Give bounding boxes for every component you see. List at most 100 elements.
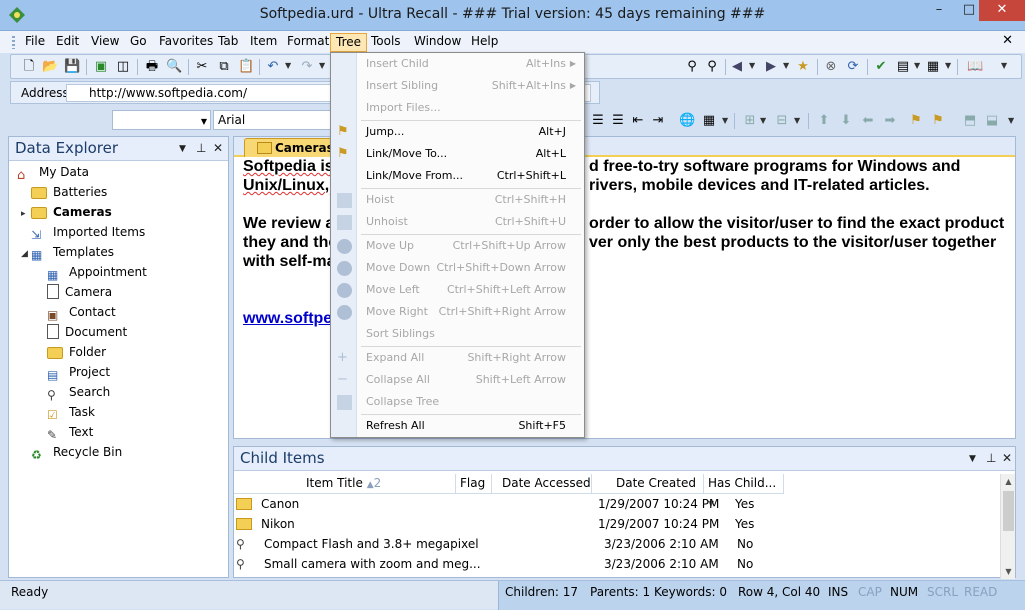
menu-move-up[interactable]: Move Up Ctrl+Shift+Up Arrow bbox=[331, 235, 584, 257]
panel-close-icon[interactable]: ✕ bbox=[213, 141, 223, 155]
menu-tools[interactable]: Tools bbox=[366, 33, 406, 52]
menu-tree[interactable]: Tree bbox=[330, 33, 368, 52]
menu-insert-sibling[interactable]: Insert Sibling Shift+Alt+Ins ▶ bbox=[331, 75, 584, 97]
back-dropdown-icon[interactable]: ▼ bbox=[749, 61, 755, 70]
menu-move-right[interactable]: Move Right Ctrl+Shift+Right Arrow bbox=[331, 301, 584, 323]
jump-icon[interactable]: ⚑ bbox=[908, 113, 924, 129]
panel-menu-icon[interactable]: ▼ bbox=[969, 454, 976, 464]
open-icon[interactable]: 📂 bbox=[42, 59, 58, 75]
style-combo[interactable]: ▼ bbox=[112, 110, 211, 130]
move-left-icon[interactable]: ⬅ bbox=[860, 113, 876, 129]
undo-icon[interactable]: ↶ bbox=[265, 59, 281, 75]
insert-sibling-icon[interactable]: ⊟ bbox=[774, 113, 790, 129]
menu-unhoist[interactable]: Unhoist Ctrl+Shift+U bbox=[331, 211, 584, 233]
tree-item-text[interactable]: ✎ Text bbox=[47, 423, 93, 443]
menu-sort-siblings[interactable]: Sort Siblings bbox=[331, 323, 584, 345]
menu-help[interactable]: Help bbox=[466, 33, 503, 52]
expander-cameras-icon[interactable]: ▸ bbox=[21, 209, 26, 219]
menu-collapse-all[interactable]: − Collapse All Shift+Left Arrow bbox=[331, 369, 584, 391]
bullet-list-icon[interactable]: ☰ bbox=[610, 113, 626, 129]
doc-link[interactable]: www.softpe bbox=[243, 310, 332, 327]
menu-jump[interactable]: ⚑ Jump... Alt+J bbox=[331, 121, 584, 143]
menu-go[interactable]: Go bbox=[125, 33, 152, 52]
menu-item[interactable]: Item bbox=[245, 33, 282, 52]
redo-dropdown-icon[interactable]: ▼ bbox=[319, 61, 325, 70]
tree-item-imported-items[interactable]: ⇲ Imported Items bbox=[31, 223, 145, 243]
font-combo[interactable]: Arial bbox=[213, 110, 333, 130]
tree-item-my-data[interactable]: ⌂ My Data bbox=[17, 163, 89, 183]
chevron-down-icon[interactable]: ▼ bbox=[201, 117, 207, 126]
print-preview-icon[interactable]: 🔍 bbox=[166, 59, 182, 75]
hoist-icon[interactable]: ⬒ bbox=[962, 113, 978, 129]
tree-item-task[interactable]: ☑ Task bbox=[47, 403, 95, 423]
print-icon[interactable]: 🖶 bbox=[144, 59, 160, 75]
menu-insert-child[interactable]: Insert Child Alt+Ins ▶ bbox=[331, 53, 584, 75]
child-items-scrollbar[interactable]: ▲ ▼ bbox=[1000, 474, 1015, 579]
tab-cameras[interactable]: Cameras bbox=[244, 138, 334, 157]
book-dropdown-icon[interactable]: ▼ bbox=[1001, 61, 1007, 70]
indent-icon[interactable]: ⇥ bbox=[650, 113, 666, 129]
scroll-down-icon[interactable]: ▼ bbox=[1001, 564, 1016, 579]
tree-item-contact[interactable]: ▣ Contact bbox=[47, 303, 116, 323]
menu-favorites[interactable]: Favorites bbox=[154, 33, 218, 52]
view-dropdown-icon[interactable]: ▼ bbox=[914, 61, 920, 70]
tree-item-document[interactable]: Document bbox=[47, 323, 127, 343]
numbered-list-icon[interactable]: ☰ bbox=[590, 113, 606, 129]
menu-window[interactable]: Window bbox=[409, 33, 466, 52]
pin-icon[interactable]: ⊥ bbox=[986, 451, 996, 465]
redo-icon[interactable]: ↷ bbox=[299, 59, 315, 75]
unhoist-icon[interactable]: ⬓ bbox=[984, 113, 1000, 129]
column-item-title[interactable]: Item Title ▲2 bbox=[234, 474, 456, 494]
view-icon[interactable]: ▤ bbox=[895, 59, 911, 75]
column-date-accessed[interactable]: Date Accessed bbox=[492, 474, 592, 494]
panel-menu-icon[interactable]: ▼ bbox=[179, 144, 186, 154]
menu-import-files[interactable]: Import Files... bbox=[331, 97, 584, 119]
favorite-icon[interactable]: ★ bbox=[795, 59, 811, 75]
toolbar-options-icon[interactable]: ▼ bbox=[945, 61, 951, 70]
table-dropdown-icon[interactable]: ▼ bbox=[722, 116, 728, 125]
cut-icon[interactable]: ✂ bbox=[194, 59, 210, 75]
column-has-child[interactable]: Has Child... ▼ bbox=[704, 474, 784, 508]
menu-edit[interactable]: Edit bbox=[51, 33, 84, 52]
hyperlink-icon[interactable]: 🌐 bbox=[679, 113, 695, 129]
menu-move-left[interactable]: Move Left Ctrl+Shift+Left Arrow bbox=[331, 279, 584, 301]
insert-sibling-dropdown-icon[interactable]: ▼ bbox=[794, 116, 800, 125]
link-move-icon[interactable]: ⚑ bbox=[930, 113, 946, 129]
menu-collapse-tree[interactable]: Collapse Tree bbox=[331, 391, 584, 413]
copy-icon[interactable]: ⧉ bbox=[216, 59, 232, 75]
tree-item-folder[interactable]: Folder bbox=[47, 343, 106, 363]
insert-child-icon[interactable]: ⊞ bbox=[742, 113, 758, 129]
check-icon[interactable]: ✔ bbox=[873, 59, 889, 75]
scroll-thumb[interactable] bbox=[1003, 491, 1014, 531]
paste-icon[interactable]: 📋 bbox=[238, 59, 254, 75]
menu-hoist[interactable]: Hoist Ctrl+Shift+H bbox=[331, 189, 584, 211]
panel-close-icon[interactable]: ✕ bbox=[1002, 451, 1012, 465]
table-row[interactable]: Nikon 1/29/2007 10:24 PM Yes bbox=[234, 515, 1000, 535]
book-icon[interactable]: 📖 bbox=[967, 59, 983, 75]
move-up-icon[interactable]: ⬆ bbox=[816, 113, 832, 129]
tree-item-batteries[interactable]: Batteries bbox=[31, 183, 107, 203]
new-icon[interactable]: 🗋 bbox=[21, 59, 37, 75]
tree-item-recycle-bin[interactable]: ♻ Recycle Bin bbox=[31, 443, 122, 463]
column-date-created[interactable]: Date Created bbox=[592, 474, 704, 494]
new-item-icon[interactable]: ▣ bbox=[93, 59, 109, 75]
find-next-icon[interactable]: ⚲ bbox=[704, 59, 720, 75]
format-toolbar-options-icon[interactable]: ▼ bbox=[1008, 116, 1014, 125]
minimize-button[interactable]: – bbox=[924, 0, 954, 21]
move-right-icon[interactable]: ➡ bbox=[882, 113, 898, 129]
tree-item-templates[interactable]: ▦ Templates bbox=[31, 243, 114, 263]
save-icon[interactable]: 💾 bbox=[64, 59, 80, 75]
outdent-icon[interactable]: ⇤ bbox=[630, 113, 646, 129]
table-row[interactable]: ⚲ Compact Flash and 3.8+ megapixel 3/23/… bbox=[234, 535, 1000, 555]
menu-link-move-from[interactable]: Link/Move From... Ctrl+Shift+L bbox=[331, 165, 584, 187]
scroll-up-icon[interactable]: ▲ bbox=[1001, 474, 1016, 489]
forward-dropdown-icon[interactable]: ▼ bbox=[783, 61, 789, 70]
menu-expand-all[interactable]: + Expand All Shift+Right Arrow bbox=[331, 347, 584, 369]
new-window-icon[interactable]: ◫ bbox=[115, 59, 131, 75]
forward-icon[interactable]: ▶ bbox=[763, 59, 779, 75]
document-close-button[interactable]: ✕ bbox=[1002, 33, 1013, 48]
tree-item-camera[interactable]: Camera bbox=[47, 283, 112, 303]
find-icon[interactable]: ⚲ bbox=[684, 59, 700, 75]
menu-view[interactable]: View bbox=[86, 33, 124, 52]
close-button[interactable]: ✕ bbox=[979, 0, 1025, 21]
